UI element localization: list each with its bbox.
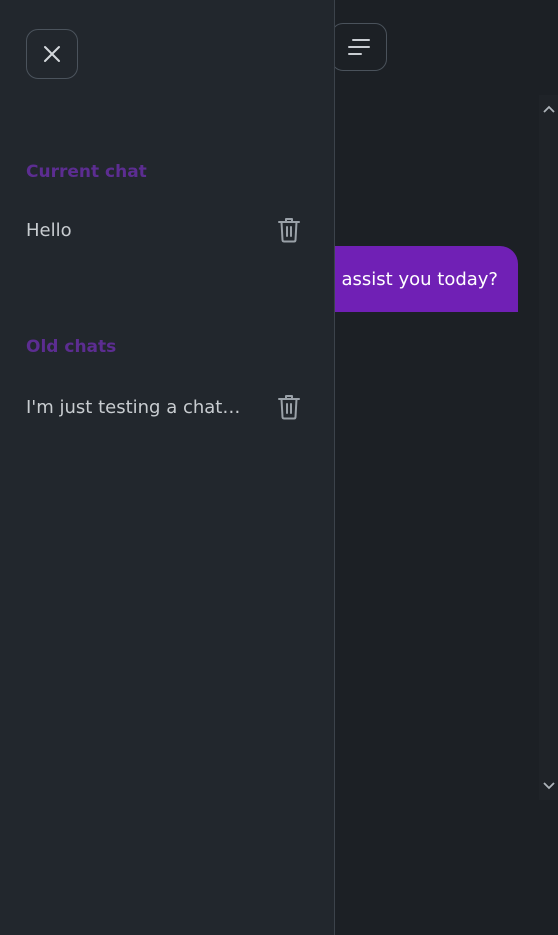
delete-chat-button[interactable]: [275, 393, 303, 421]
chat-item-title[interactable]: Hello: [26, 220, 72, 241]
menu-lines-icon: [348, 39, 370, 55]
message-text: assist you today?: [341, 268, 498, 290]
scroll-up-button[interactable]: [539, 100, 558, 118]
old-chats-heading: Old chats: [26, 337, 117, 357]
close-icon: [44, 46, 60, 62]
trash-icon: [278, 218, 300, 243]
chevron-down-icon: [542, 782, 555, 790]
current-chat-heading: Current chat: [26, 162, 147, 182]
chevron-up-icon: [542, 105, 555, 113]
chat-scrollbar[interactable]: [539, 95, 558, 800]
chat-history-sidebar: Current chat Hello Old chats I'm just te…: [0, 0, 335, 935]
delete-chat-button[interactable]: [275, 216, 303, 244]
chat-item-title[interactable]: I'm just testing a chatGPT clone: [26, 397, 244, 418]
scroll-down-button[interactable]: [539, 777, 558, 795]
close-sidebar-button[interactable]: [26, 29, 78, 79]
menu-button[interactable]: [331, 23, 387, 71]
old-chat-item[interactable]: I'm just testing a chatGPT clone: [26, 390, 306, 424]
current-chat-item[interactable]: Hello: [26, 213, 306, 247]
chat-app: assist you today? Current chat Hello Old…: [0, 0, 558, 935]
trash-icon: [278, 395, 300, 420]
